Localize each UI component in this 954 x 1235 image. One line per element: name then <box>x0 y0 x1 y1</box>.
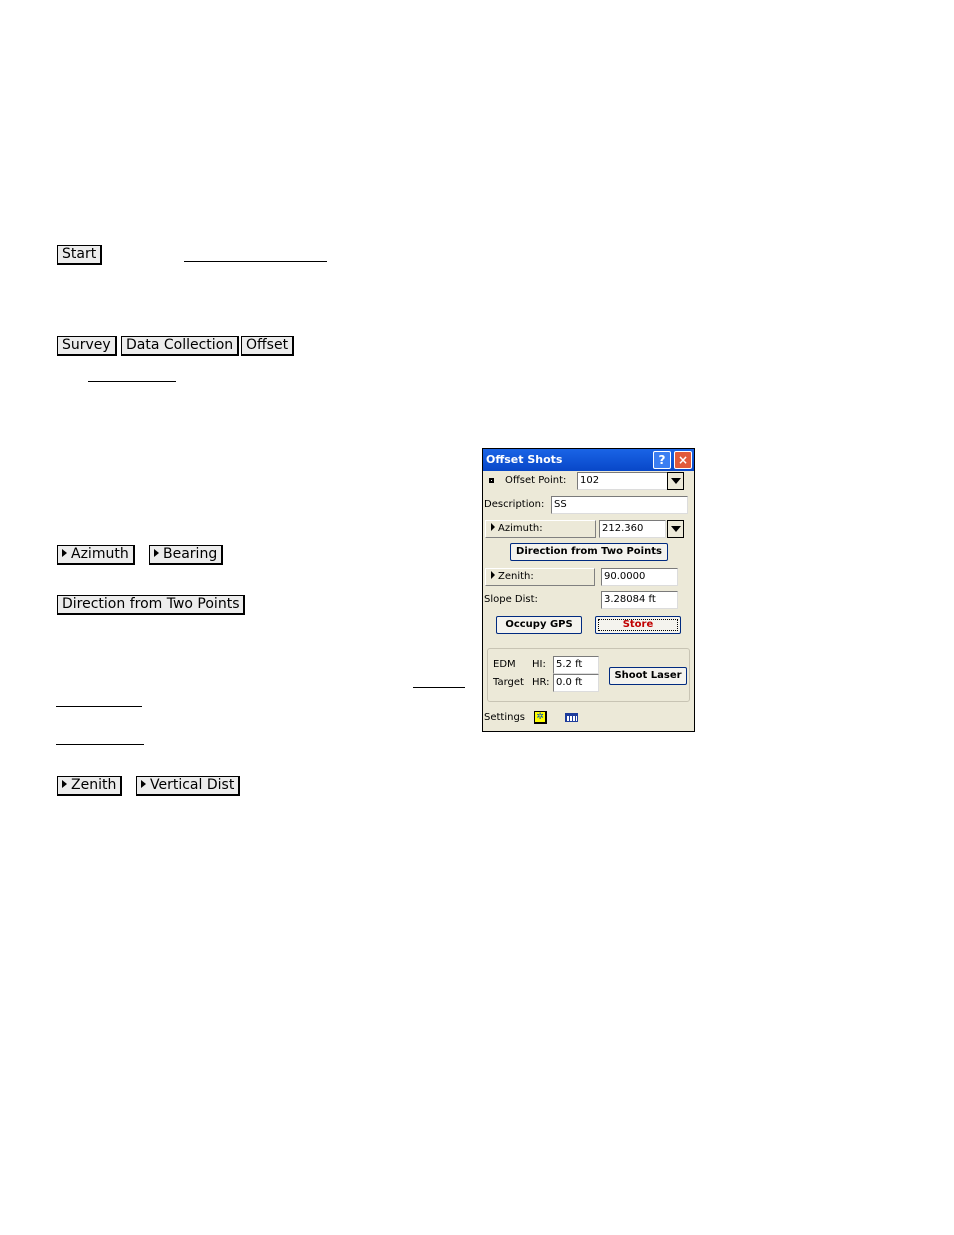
help-icon[interactable]: ? <box>653 451 671 469</box>
triangle-right-icon <box>62 549 67 557</box>
slope-dist-input[interactable]: 3.28084 ft <box>601 591 678 609</box>
zenith-button-label: Zenith: <box>498 571 534 582</box>
zenith-key: Zenith <box>57 776 123 796</box>
direction-from-two-points-key: Direction from Two Points <box>57 595 246 615</box>
occupy-gps-label: Occupy GPS <box>505 619 573 630</box>
azimuth-button[interactable]: Azimuth: <box>485 520 596 538</box>
hi-label: HI: <box>532 659 546 670</box>
offset-point-dropdown-button[interactable] <box>667 472 684 490</box>
bearing-key: Bearing <box>149 545 224 565</box>
hr-label: HR: <box>532 677 550 688</box>
close-icon[interactable]: × <box>674 451 692 469</box>
shoot-laser-label: Shoot Laser <box>614 670 682 681</box>
triangle-right-icon <box>154 549 159 557</box>
zenith-input[interactable]: 90.0000 <box>601 568 678 586</box>
grid-settings-icon[interactable] <box>565 713 578 722</box>
underline-blank <box>88 381 176 382</box>
offset-key-label: Offset <box>246 337 289 353</box>
offset-shots-dialog: Offset Shots ? × Offset Point: 102 Descr… <box>482 448 695 732</box>
slope-dist-label: Slope Dist: <box>484 594 538 605</box>
direction-key-label: Direction from Two Points <box>62 596 240 612</box>
store-button[interactable]: Store <box>595 616 681 634</box>
survey-key-label: Survey <box>62 337 111 353</box>
underline-blank <box>56 744 144 745</box>
description-label: Description: <box>484 499 545 510</box>
dialog-title: Offset Shots <box>486 453 563 466</box>
azimuth-input[interactable]: 212.360 <box>599 520 666 538</box>
azimuth-key-label: Azimuth <box>71 546 129 562</box>
azimuth-dropdown-button[interactable] <box>667 520 684 538</box>
triangle-right-icon <box>62 780 67 788</box>
data-collection-key: Data Collection <box>121 336 240 356</box>
vertical-dist-key-label: Vertical Dist <box>150 777 235 793</box>
azimuth-key: Azimuth <box>57 545 135 565</box>
target-label: Target <box>493 677 524 688</box>
survey-key: Survey <box>57 336 117 356</box>
offset-key: Offset <box>241 336 295 356</box>
offset-point-input[interactable]: 102 <box>577 472 668 490</box>
direction-button-label: Direction from Two Points <box>516 546 662 557</box>
azimuth-button-label: Azimuth: <box>498 523 543 534</box>
start-key: Start <box>57 245 103 265</box>
offset-point-bullet-icon <box>489 478 494 483</box>
occupy-gps-button[interactable]: Occupy GPS <box>496 616 582 634</box>
settings-star-icon[interactable]: ✲ <box>534 711 547 724</box>
offset-point-label: Offset Point: <box>505 475 567 486</box>
focus-rect <box>598 619 678 631</box>
shoot-laser-button[interactable]: Shoot Laser <box>609 667 687 685</box>
hi-input[interactable]: 5.2 ft <box>553 656 599 674</box>
hr-input[interactable]: 0.0 ft <box>553 674 599 692</box>
edm-label: EDM <box>493 659 516 670</box>
zenith-key-label: Zenith <box>71 777 117 793</box>
triangle-right-icon <box>491 571 495 579</box>
underline-blank <box>56 706 142 707</box>
underline-blank <box>184 261 327 262</box>
direction-from-two-points-button[interactable]: Direction from Two Points <box>510 543 668 561</box>
start-key-label: Start <box>62 246 97 262</box>
settings-label: Settings <box>484 712 526 723</box>
data-collection-key-label: Data Collection <box>126 337 234 353</box>
vertical-dist-key: Vertical Dist <box>136 776 241 796</box>
triangle-right-icon <box>141 780 146 788</box>
underline-blank <box>413 687 465 688</box>
description-input[interactable]: SS <box>551 496 688 514</box>
title-bar: Offset Shots ? × <box>483 449 694 471</box>
triangle-right-icon <box>491 523 495 531</box>
zenith-button[interactable]: Zenith: <box>485 568 595 586</box>
bearing-key-label: Bearing <box>163 546 218 562</box>
